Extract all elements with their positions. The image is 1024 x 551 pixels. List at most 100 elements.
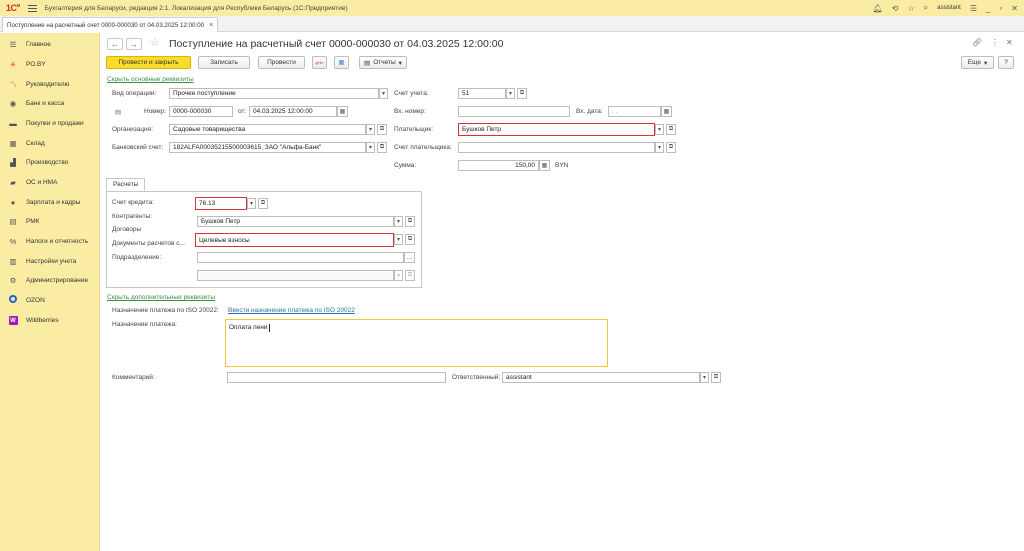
in-number-field[interactable] [458, 106, 570, 117]
maximize-icon[interactable]: ▫ [999, 4, 1002, 13]
sidebar-item-ozon[interactable]: OZON [0, 293, 100, 307]
sidebar-item-label: Налоги и отчетность [26, 237, 89, 245]
chevron-down-icon[interactable]: ▾ [366, 124, 375, 135]
in-date-label: Вх. дата: [576, 108, 603, 115]
open-link-icon[interactable]: ⧉ [377, 142, 387, 153]
chevron-down-icon[interactable]: ▾ [655, 124, 664, 135]
number-field[interactable]: 0000-000030 [169, 106, 233, 117]
star-icon[interactable]: ☆ [907, 4, 914, 13]
open-link-icon[interactable]: ⧉ [405, 234, 415, 245]
hide-main-fields-link[interactable]: Скрыть основные реквизиты [107, 76, 194, 83]
chevron-down-icon[interactable]: ▾ [394, 234, 403, 245]
minimize-icon[interactable]: _ [986, 4, 990, 13]
chevron-down-icon[interactable]: ▾ [506, 88, 515, 99]
open-link-icon[interactable]: ⧉ [711, 372, 721, 383]
sidebar-item-main[interactable]: ☰ Главное [0, 37, 100, 51]
sidebar-item-assets[interactable]: ▰ ОС и НМА [0, 175, 100, 189]
forward-button[interactable]: → [126, 38, 142, 50]
sidebar-item-taxes[interactable]: % Налоги и отчетность [0, 234, 100, 248]
save-button[interactable]: Записать [198, 56, 250, 69]
chevron-down-icon[interactable]: ▾ [394, 270, 403, 281]
chevron-down-icon[interactable]: ▾ [366, 142, 375, 153]
sidebar-item-label: Банк и касса [26, 99, 65, 107]
enter-iso-purpose-link[interactable]: Ввести назначение платежа по ISO 20022 [228, 307, 355, 314]
chevron-down-icon[interactable]: ▾ [655, 142, 664, 153]
calendar-icon[interactable]: ▦ [661, 106, 672, 117]
date-field[interactable]: 04.03.2025 12:00:00 [249, 106, 337, 117]
sidebar-item-accounting-settings[interactable]: ▥ Настройки учета [0, 254, 100, 268]
open-link-icon[interactable]: ⧉ [405, 270, 415, 281]
contractors-field[interactable]: Бушков Петр [197, 216, 394, 227]
close-form-icon[interactable]: ✕ [1006, 38, 1013, 47]
bank-account-field[interactable]: 182ALFA00035215500003615, ЗАО "Альфа-Бан… [169, 142, 366, 153]
open-tabs-bar: Поступление на расчетный счет 0000-00003… [0, 16, 1024, 32]
dt-kt-button[interactable]: ДтКт [312, 56, 327, 69]
main-menu-icon[interactable] [27, 4, 37, 12]
open-link-icon[interactable]: ⧉ [258, 198, 268, 209]
account-field[interactable]: 51 [458, 88, 506, 99]
payer-field[interactable]: Бушков Петр [458, 123, 655, 136]
payer-account-field[interactable] [458, 142, 655, 153]
help-button[interactable]: ? [998, 56, 1014, 69]
extra-settlement-field[interactable] [197, 270, 394, 281]
sidebar-item-salary[interactable]: ● Зарплата и кадры [0, 195, 100, 209]
chevron-down-icon[interactable]: ▾ [247, 198, 256, 209]
history-icon[interactable]: ⟲ [892, 4, 899, 13]
tab-close-icon[interactable]: × [209, 22, 213, 29]
sidebar-item-label: Wildberries [26, 316, 59, 324]
post-button[interactable]: Провести [258, 56, 305, 69]
open-link-icon[interactable]: ⧉ [517, 88, 527, 99]
calculator-icon[interactable]: ▦ [539, 160, 550, 171]
settlement-documents-field[interactable]: Целевые взносы [195, 233, 394, 247]
responsible-field[interactable]: assistant [502, 372, 700, 383]
open-link-icon[interactable]: ⧉ [666, 142, 676, 153]
open-link-icon[interactable]: ⧉ [405, 216, 415, 227]
close-window-icon[interactable]: ✕ [1011, 4, 1018, 13]
bell-icon[interactable]: 🔔︎ [873, 4, 883, 13]
sidebar-item-bank[interactable]: ◉ Банк и касса [0, 96, 100, 110]
hide-extra-fields-link[interactable]: Скрыть дополнительные реквизиты [107, 294, 215, 301]
reports-button[interactable]: ▤ Отчеты ▾ [359, 56, 407, 69]
organization-field[interactable]: Садовые товарищества [169, 124, 366, 135]
sidebar-item-purchases[interactable]: ▬ Покупки и продажи [0, 116, 100, 130]
calendar-icon[interactable]: ▦ [337, 106, 348, 117]
sidebar-item-admin[interactable]: ⚙ Администрирование [0, 273, 100, 287]
back-button[interactable]: ← [107, 38, 123, 50]
sidebar-item-warehouse[interactable]: ▦ Склад [0, 136, 100, 150]
ellipsis-icon[interactable]: … [404, 252, 415, 263]
post-and-close-button[interactable]: Провести и закрыть [106, 56, 191, 69]
sidebar-item-wildberries[interactable]: W Wildberries [0, 313, 100, 327]
more-button[interactable]: Еще ▾ [961, 56, 994, 69]
chevron-down-icon[interactable]: ▾ [700, 372, 709, 383]
payment-purpose-textarea[interactable]: Оплата пени [225, 319, 608, 367]
sidebar-item-roby[interactable]: ✳ РО.BY [0, 57, 100, 71]
document-icon[interactable]: ▤ [115, 108, 121, 116]
responsible-label: Ответственный: [452, 374, 501, 381]
tab-document[interactable]: Поступление на расчетный счет 0000-00003… [2, 17, 219, 32]
user-name[interactable]: assistant [937, 5, 961, 11]
in-date-field[interactable]: . . [608, 106, 661, 117]
tab-settlements[interactable]: Расчеты [106, 178, 146, 191]
structure-button[interactable]: ▦ [334, 56, 349, 69]
contractors-label: Контрагенты: [112, 213, 153, 220]
operation-select[interactable]: Прочее поступление [169, 88, 379, 99]
search-icon[interactable]: ⌕ [924, 3, 928, 13]
sum-field[interactable]: 150,00 [458, 160, 539, 171]
bank-icon: ◉ [9, 98, 17, 108]
credit-account-label: Счет кредита: [112, 199, 154, 206]
credit-account-field[interactable]: 76.13 [195, 197, 247, 210]
sidebar-item-label: РМК [26, 217, 40, 225]
open-link-icon[interactable]: ⧉ [666, 124, 676, 135]
favorite-star-icon[interactable]: ☆ [150, 36, 160, 49]
comment-field[interactable] [227, 372, 446, 383]
open-link-icon[interactable]: ⧉ [377, 124, 387, 135]
division-field[interactable] [197, 252, 404, 263]
sidebar-item-pos[interactable]: ▤ РМК [0, 214, 100, 228]
sidebar-item-manager[interactable]: 〽 Руководителю [0, 77, 100, 91]
chevron-down-icon[interactable]: ▾ [379, 88, 388, 99]
sidebar-item-production[interactable]: ▟ Производство [0, 155, 100, 169]
more-vertical-icon[interactable]: ⋮ [991, 38, 999, 47]
chevron-down-icon[interactable]: ▾ [394, 216, 403, 227]
link-icon[interactable]: 🔗︎ [972, 38, 982, 47]
settings-menu-icon[interactable]: ☰ [970, 4, 977, 13]
